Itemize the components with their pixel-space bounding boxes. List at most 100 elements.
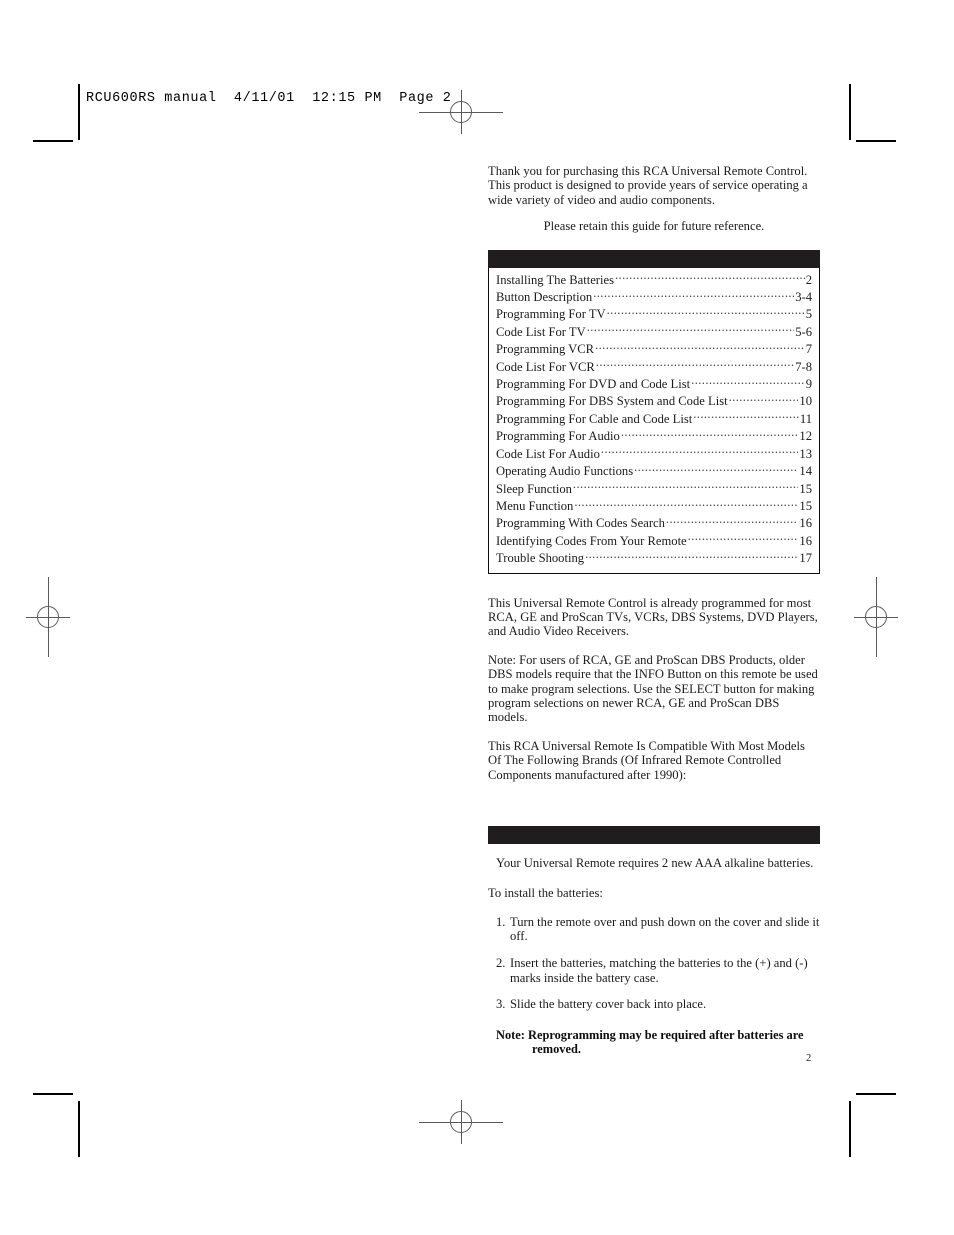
toc-entry-label: Programming For Cable and Code List	[496, 411, 693, 426]
toc-entry-label: Identifying Codes From Your Remote	[496, 533, 687, 548]
toc-entry-page: 13	[799, 446, 812, 461]
toc-entry[interactable]: Operating Audio Functions 14	[489, 463, 819, 480]
toc-dot-leader	[729, 393, 799, 405]
toc-entry-label: Programming VCR	[496, 342, 595, 357]
toc-entry[interactable]: Programming With Codes Search 16	[489, 515, 819, 532]
battery-step: 1. Turn the remote over and push down on…	[488, 915, 820, 944]
toc-entry-page: 9	[805, 377, 812, 392]
toc-dot-leader	[615, 272, 805, 284]
printer-slug-text: RCU600RS manual 4/11/01 12:15 PM Page 2	[86, 91, 452, 106]
toc-entry[interactable]: Identifying Codes From Your Remote 16	[489, 533, 819, 550]
registration-crosshair-vertical	[461, 1100, 462, 1144]
toc-dot-leader	[585, 550, 798, 562]
toc-dot-leader	[573, 481, 798, 493]
registration-crosshair-vertical	[876, 577, 877, 657]
toc-dot-leader	[634, 463, 798, 475]
toc-entry-label: Programming For DBS System and Code List	[496, 394, 728, 409]
toc-dot-leader	[693, 411, 799, 423]
battery-step: 2. Insert the batteries, matching the ba…	[488, 956, 820, 985]
toc-entry[interactable]: Programming For Cable and Code List 11	[489, 411, 819, 428]
reprogramming-note: Note: Reprogramming may be required afte…	[488, 1028, 820, 1057]
toc-entry-page: 10	[799, 394, 812, 409]
toc-entry-label: Menu Function	[496, 498, 574, 513]
table-of-contents: Installing The Batteries 2 Button Descri…	[488, 267, 820, 574]
toc-entry[interactable]: Programming For DVD and Code List 9	[489, 376, 819, 393]
battery-step-text: Turn the remote over and push down on th…	[510, 914, 820, 944]
crop-mark-bottom-left-horizontal	[33, 1093, 73, 1095]
battery-step-number: 3.	[496, 997, 506, 1012]
battery-step-text: Insert the batteries, matching the batte…	[510, 956, 808, 985]
toc-entry-page: 2	[805, 272, 812, 287]
toc-dot-leader	[621, 428, 799, 440]
battery-step-text: Slide the battery cover back into place.	[510, 997, 707, 1012]
toc-entry-label: Code List For VCR	[496, 359, 595, 374]
toc-entry[interactable]: Code List For Audio 13	[489, 446, 819, 463]
battery-requirement-text: Your Universal Remote requires 2 new AAA…	[496, 856, 814, 870]
toc-entry-label: Programming With Codes Search	[496, 516, 665, 531]
page-content-column: Thank you for purchasing this RCA Univer…	[488, 164, 820, 1057]
crop-mark-top-right-horizontal	[856, 140, 896, 142]
toc-entry[interactable]: Programming For Audio 12	[489, 428, 819, 445]
toc-entry[interactable]: Programming For DBS System and Code List…	[489, 393, 819, 410]
toc-entry-label: Installing The Batteries	[496, 272, 614, 287]
toc-entry-label: Sleep Function	[496, 481, 572, 496]
dbs-note-paragraph: Note: For users of RCA, GE and ProScan D…	[488, 652, 818, 725]
preprogrammed-paragraph: This Universal Remote Control is already…	[488, 595, 818, 639]
toc-dot-leader	[595, 341, 805, 353]
toc-entry-label: Operating Audio Functions	[496, 464, 634, 479]
toc-entry-page: 12	[799, 429, 812, 444]
toc-entry[interactable]: Sleep Function 15	[489, 481, 819, 498]
toc-dot-leader	[691, 376, 805, 388]
registration-crosshair-vertical	[461, 90, 462, 134]
toc-entry-label: Trouble Shooting	[496, 551, 585, 566]
toc-entry[interactable]: Menu Function 15	[489, 498, 819, 515]
slug-rule	[78, 84, 80, 126]
intro-paragraph: Thank you for purchasing this RCA Univer…	[488, 164, 808, 207]
toc-entry-page: 15	[799, 498, 812, 513]
toc-dot-leader	[596, 359, 794, 371]
toc-dot-leader	[607, 306, 805, 318]
toc-entry-page: 7-8	[795, 359, 812, 374]
toc-dot-leader	[666, 515, 799, 527]
toc-dot-leader	[601, 446, 799, 458]
toc-entry-page: 3-4	[795, 290, 812, 305]
toc-dot-leader	[593, 289, 794, 301]
toc-entry-page: 5-6	[795, 324, 812, 339]
toc-entry-page: 16	[799, 533, 812, 548]
toc-entry[interactable]: Programming For TV 5	[489, 306, 819, 323]
battery-section-banner	[488, 826, 820, 844]
toc-entry-label: Programming For Audio	[496, 429, 620, 444]
battery-step: 3. Slide the battery cover back into pla…	[488, 997, 820, 1012]
toc-entry-page: 7	[805, 342, 812, 357]
toc-entry-label: Button Description	[496, 290, 593, 305]
registration-crosshair-vertical	[48, 577, 49, 657]
toc-dot-leader	[587, 324, 795, 336]
reprogramming-note-line2: removed.	[532, 1042, 581, 1057]
toc-dot-leader	[688, 533, 799, 545]
page-number: 2	[806, 1053, 812, 1064]
toc-entry-page: 5	[805, 307, 812, 322]
toc-entry[interactable]: Installing The Batteries 2	[489, 272, 819, 289]
crop-mark-top-right-vertical	[849, 84, 851, 140]
toc-entry[interactable]: Code List For TV 5-6	[489, 324, 819, 341]
toc-entry-page: 11	[799, 411, 812, 426]
reprogramming-note-line1: Note: Reprogramming may be required afte…	[496, 1027, 804, 1042]
compatibility-paragraph: This RCA Universal Remote Is Compatible …	[488, 738, 805, 782]
toc-entry[interactable]: Programming VCR 7	[489, 341, 819, 358]
battery-step-number: 1.	[496, 914, 506, 929]
toc-entry-label: Programming For DVD and Code List	[496, 377, 691, 392]
toc-entry-label: Code List For TV	[496, 324, 586, 339]
toc-entry[interactable]: Button Description 3-4	[489, 289, 819, 306]
toc-dot-leader	[574, 498, 798, 510]
battery-step-number: 2.	[496, 956, 506, 970]
toc-entry-label: Programming For TV	[496, 307, 606, 322]
toc-entry-page: 15	[799, 481, 812, 496]
toc-entry-label: Code List For Audio	[496, 446, 600, 461]
toc-entry[interactable]: Code List For VCR 7-8	[489, 359, 819, 376]
crop-mark-top-left-horizontal	[33, 140, 73, 142]
toc-entry-page: 16	[799, 516, 812, 531]
battery-install-lead-in: To install the batteries:	[488, 886, 603, 901]
contents-banner	[488, 249, 820, 268]
toc-entry[interactable]: Trouble Shooting 17	[489, 550, 819, 567]
crop-mark-bottom-left-vertical	[78, 1101, 80, 1157]
